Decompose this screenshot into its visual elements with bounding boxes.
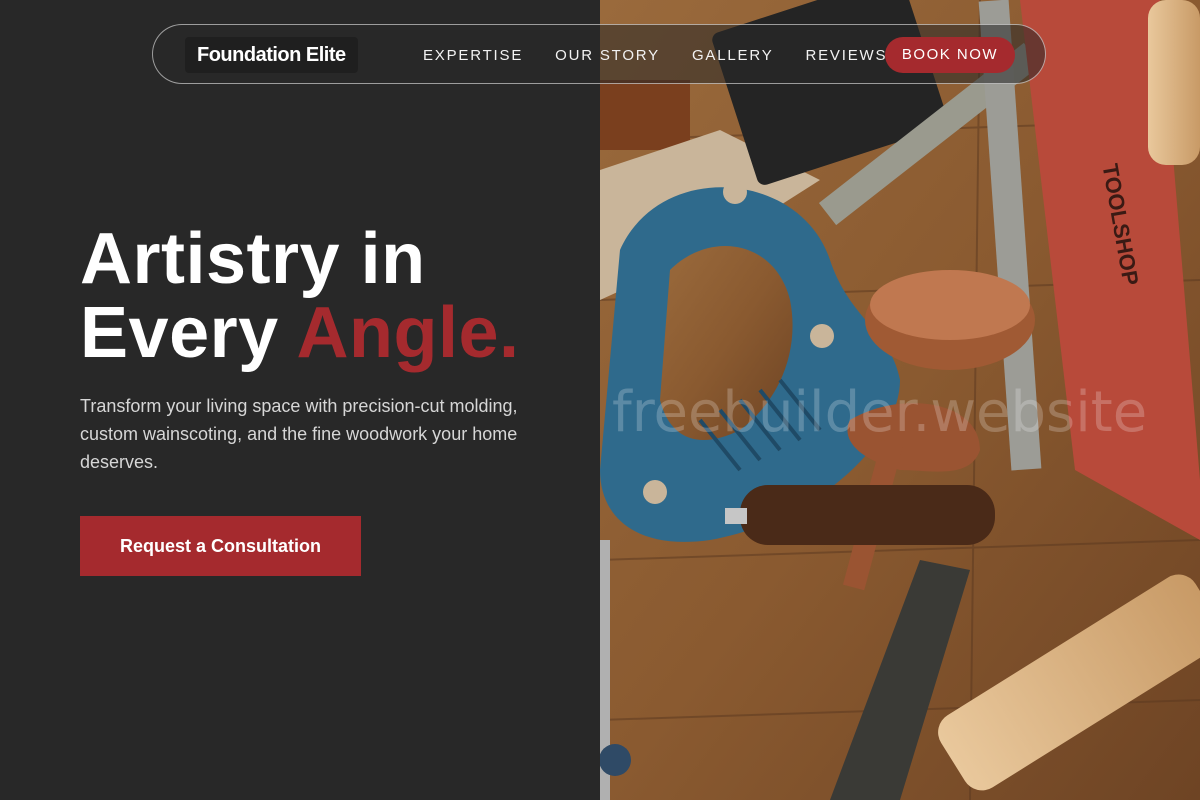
nav-link-our-story[interactable]: OUR STORY [555,47,660,64]
brand-logo[interactable]: Foundation Elite [185,37,358,73]
hero-image: TOOLSHOP [600,0,1200,800]
hero-title-line1: Artistry in [80,219,426,299]
hero-subtitle: Transform your living space with precisi… [80,396,518,472]
hero-title: Artistry in Every Angle. [80,222,520,370]
tools-illustration: TOOLSHOP [600,0,1200,800]
nav-link-expertise[interactable]: EXPERTISE [423,47,523,64]
nav-links: EXPERTISE OUR STORY GALLERY REVIEWS [423,25,919,85]
nav-link-gallery[interactable]: GALLERY [692,47,774,64]
nav-link-reviews[interactable]: REVIEWS [806,47,888,64]
request-consultation-button[interactable]: Request a Consultation [80,516,361,576]
navbar: Foundation Elite EXPERTISE OUR STORY GAL… [152,24,1046,84]
hero-title-accent: Angle. [296,293,520,373]
page: TOOLSHOP freebuilder.website Foundation … [0,0,1200,800]
book-now-button[interactable]: BOOK NOW [885,37,1015,73]
hero-title-line2-prefix: Every [80,293,297,373]
